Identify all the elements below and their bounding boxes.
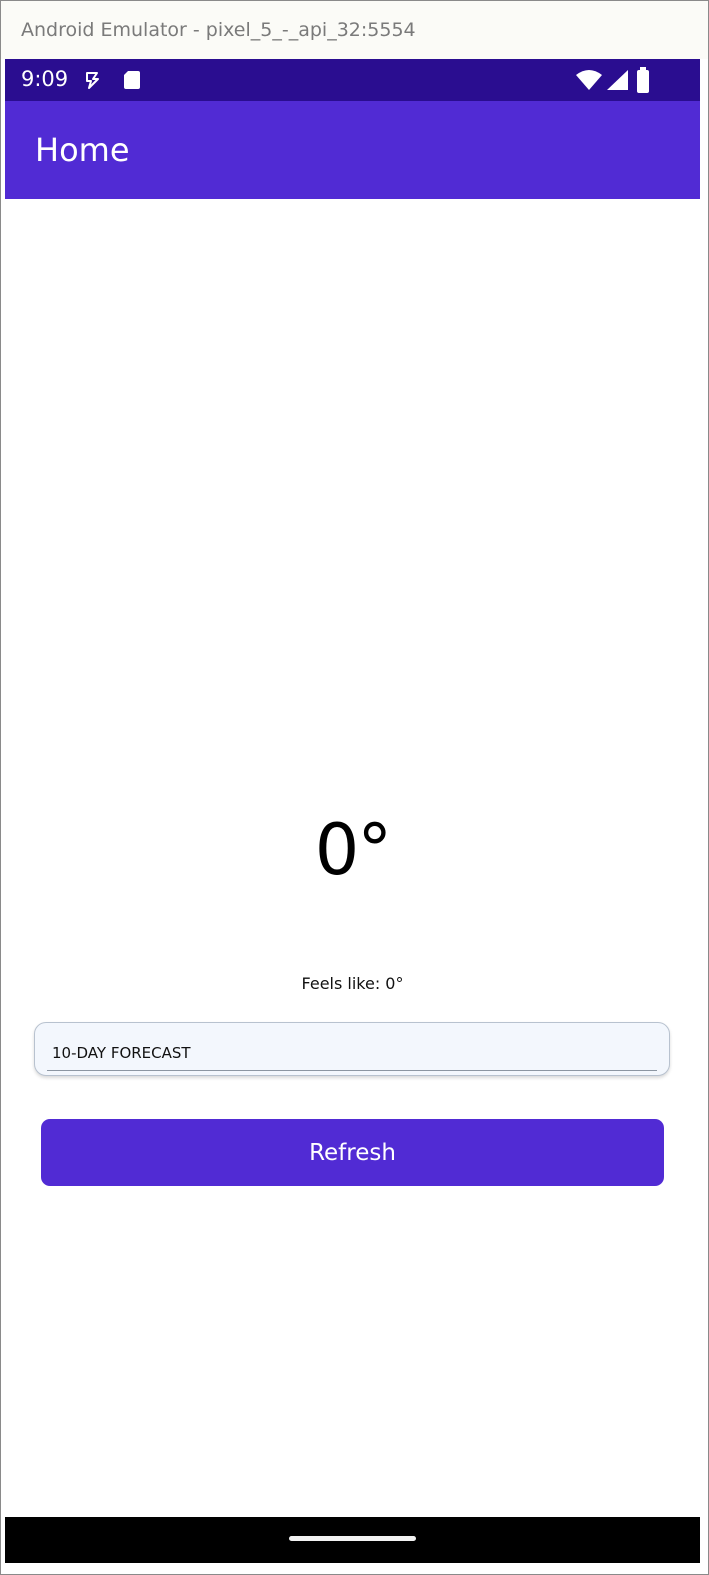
- forecast-entry[interactable]: 10-DAY FORECAST: [34, 1022, 670, 1076]
- emulator-window: Android Emulator - pixel_5_-_api_32:5554…: [0, 0, 709, 1575]
- feels-like-label: Feels like: 0°: [301, 974, 404, 993]
- status-time: 9:09: [21, 67, 69, 91]
- window-title: Android Emulator - pixel_5_-_api_32:5554: [21, 19, 416, 41]
- cell-signal-icon: [607, 70, 628, 90]
- data-saver-icon: [86, 72, 99, 89]
- page-title: Home: [35, 131, 130, 169]
- status-bar: 9:09: [5, 59, 700, 101]
- forecast-label: 10-DAY FORECAST: [52, 1044, 191, 1062]
- forecast-underline: [47, 1070, 657, 1071]
- temperature-label: 0°: [314, 809, 393, 891]
- emulator-title-bar[interactable]: Android Emulator - pixel_5_-_api_32:5554: [1, 1, 708, 59]
- home-gesture-handle[interactable]: [289, 1536, 416, 1541]
- navigation-bar: [5, 1517, 700, 1563]
- battery-icon: [637, 67, 649, 93]
- refresh-button[interactable]: Refresh: [41, 1119, 664, 1186]
- device-screen: 9:09 Home 0° Feels like: 0° 10-DAY FOREC…: [5, 59, 700, 1574]
- sd-card-icon: [124, 71, 140, 89]
- app-bar: Home: [5, 101, 700, 199]
- main-content: 0° Feels like: 0° 10-DAY FORECAST Refres…: [5, 199, 700, 1517]
- wifi-icon: [576, 70, 602, 90]
